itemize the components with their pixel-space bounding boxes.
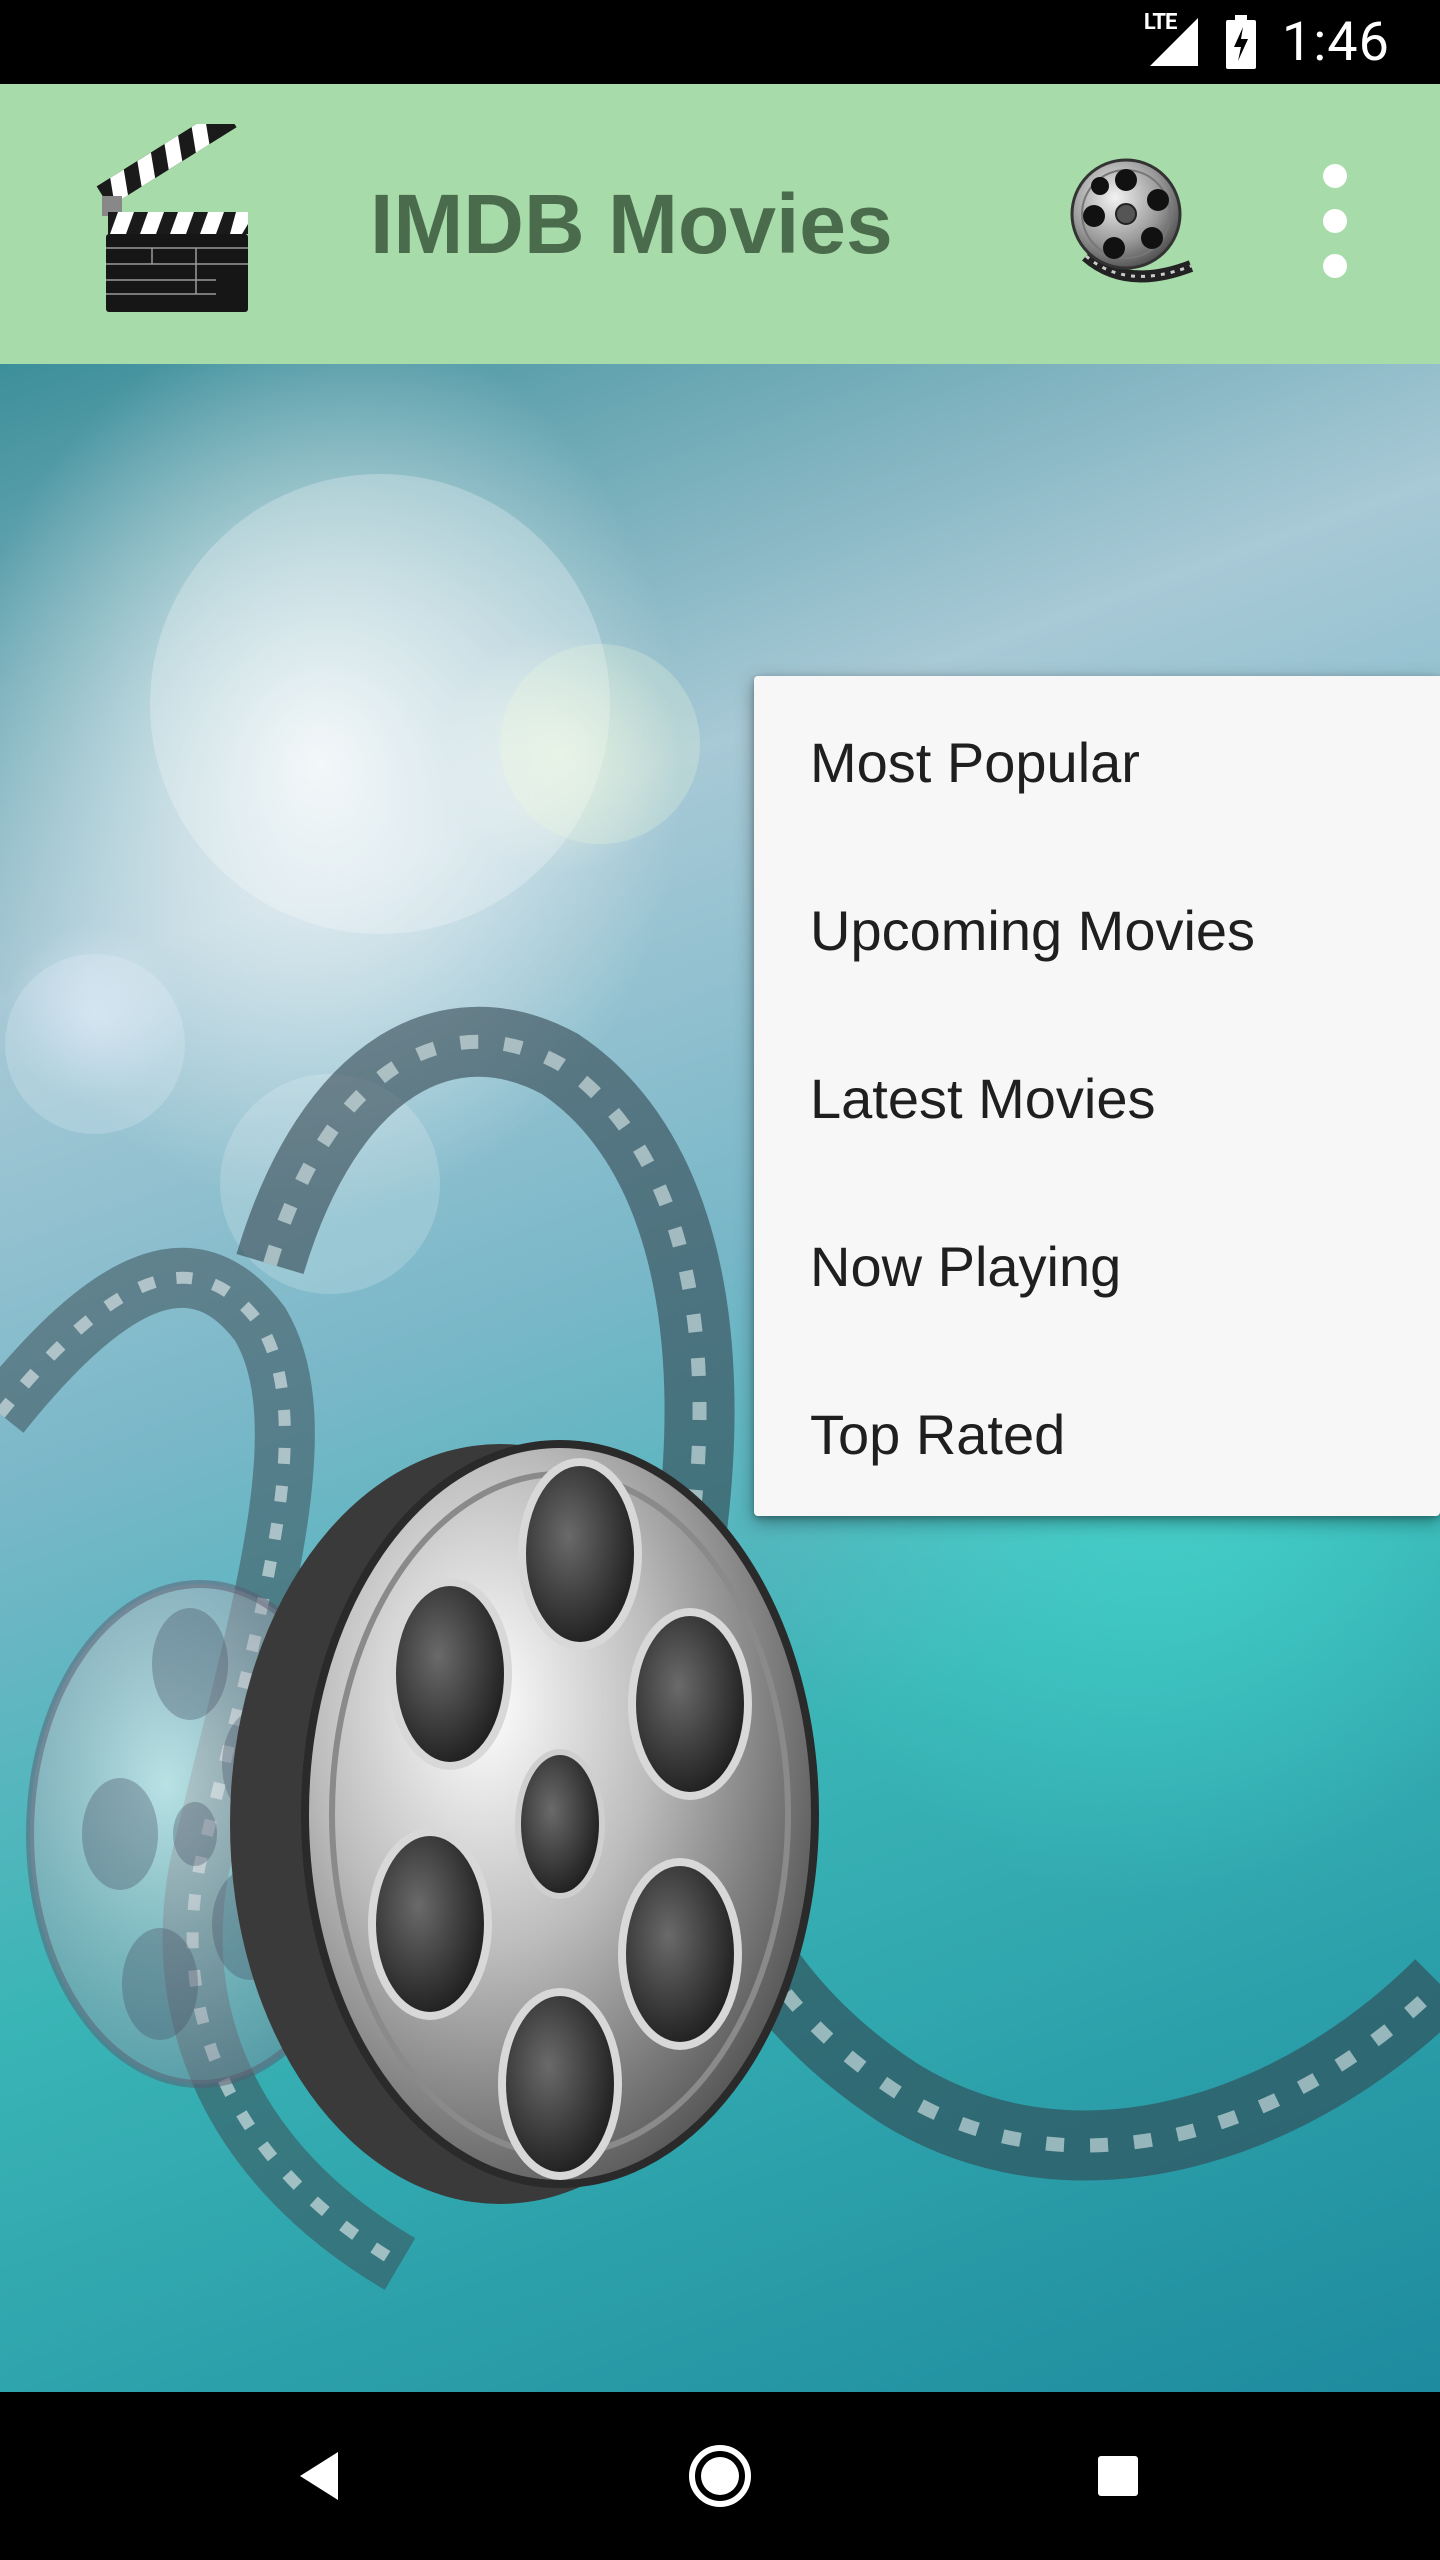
menu-item-now-playing[interactable]: Now Playing xyxy=(754,1182,1440,1350)
network-type-label: LTE xyxy=(1143,10,1177,35)
overflow-dot xyxy=(1323,254,1347,278)
back-icon xyxy=(300,2452,338,2500)
app-title: IMDB Movies xyxy=(370,176,893,271)
status-icons: LTE 1:46 xyxy=(1144,0,1390,84)
menu-item-upcoming-movies[interactable]: Upcoming Movies xyxy=(754,846,1440,1014)
menu-item-most-popular[interactable]: Most Popular xyxy=(754,678,1440,846)
overflow-menu-icon[interactable] xyxy=(1300,156,1370,286)
overflow-menu: Most Popular Upcoming Movies Latest Movi… xyxy=(754,676,1440,1516)
battery-charging-icon xyxy=(1225,15,1256,69)
app-bar: IMDB Movies xyxy=(0,84,1440,364)
home-icon xyxy=(689,2445,751,2507)
overflow-dot xyxy=(1323,164,1347,188)
recents-button[interactable] xyxy=(1018,2392,1218,2560)
overflow-dot xyxy=(1323,209,1347,233)
navigation-bar xyxy=(0,2392,1440,2560)
clapperboard-icon xyxy=(96,124,248,312)
menu-item-latest-movies[interactable]: Latest Movies xyxy=(754,1014,1440,1182)
menu-item-top-rated[interactable]: Top Rated xyxy=(754,1350,1440,1518)
status-bar: LTE 1:46 xyxy=(0,0,1440,84)
hero-background-image: Most Popular Upcoming Movies Latest Movi… xyxy=(0,364,1440,2392)
home-button[interactable] xyxy=(620,2392,820,2560)
film-reel-icon[interactable] xyxy=(1066,156,1196,286)
clock: 1:46 xyxy=(1281,10,1390,74)
back-button[interactable] xyxy=(220,2392,420,2560)
signal-icon: LTE xyxy=(1144,10,1200,68)
recents-icon xyxy=(1098,2456,1138,2496)
